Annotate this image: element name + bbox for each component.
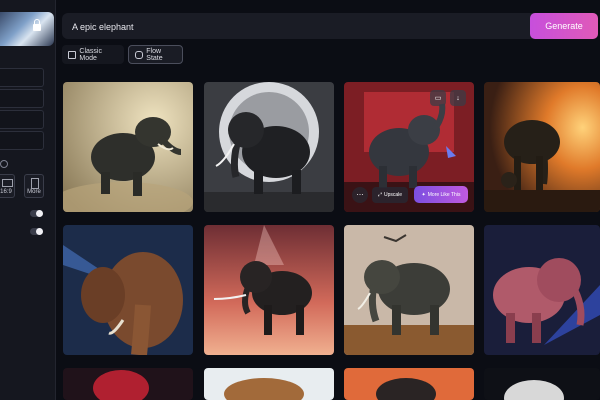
upscale-label: Upscale bbox=[383, 192, 403, 198]
image-card-1[interactable] bbox=[63, 82, 193, 212]
image-card-2[interactable] bbox=[204, 82, 334, 212]
classic-mode-icon bbox=[68, 50, 77, 59]
more-like-this-button[interactable]: ✦ More Like This bbox=[414, 186, 468, 203]
image-card-12[interactable] bbox=[484, 368, 600, 400]
image-icon[interactable]: ▭ bbox=[430, 90, 446, 106]
generate-button[interactable]: Generate bbox=[530, 13, 598, 39]
image-card-5[interactable] bbox=[63, 225, 193, 355]
tab-classic-label: Classic Mode bbox=[79, 47, 102, 62]
elephant-image-4 bbox=[484, 82, 600, 212]
elephant-image-6 bbox=[204, 225, 334, 355]
sidebar-field-2[interactable] bbox=[0, 89, 44, 108]
ratio-16-9-label: 16:9 bbox=[0, 189, 12, 195]
elephant-image-12 bbox=[484, 368, 600, 400]
toggle-2[interactable] bbox=[30, 228, 43, 235]
upscale-icon: ⤢ bbox=[377, 192, 382, 198]
sidebar-field-4[interactable] bbox=[0, 131, 44, 150]
elephant-image-2 bbox=[204, 82, 334, 212]
elephant-image-1 bbox=[63, 82, 193, 212]
image-card-6[interactable] bbox=[204, 225, 334, 355]
image-card-10[interactable] bbox=[204, 368, 334, 400]
prompt-bar: Generate bbox=[62, 13, 598, 41]
more-options-button[interactable]: ⋯ bbox=[352, 187, 368, 203]
prompt-input[interactable] bbox=[70, 13, 474, 41]
tab-classic-mode[interactable]: Classic Mode bbox=[62, 45, 124, 64]
ratio-more-button[interactable]: More bbox=[24, 174, 44, 198]
info-icon[interactable] bbox=[0, 160, 8, 168]
ratio-shape-icon bbox=[2, 179, 13, 187]
elephant-image-8 bbox=[484, 225, 600, 355]
tab-flow-state[interactable]: Flow State bbox=[128, 45, 183, 64]
flow-state-icon bbox=[135, 50, 144, 59]
tab-flow-label: Flow State bbox=[146, 47, 163, 62]
elephant-image-5 bbox=[63, 225, 193, 355]
image-card-8[interactable] bbox=[484, 225, 600, 355]
elephant-image-7 bbox=[344, 225, 474, 355]
ratio-more-label: More bbox=[27, 189, 41, 195]
download-icon[interactable]: ↓ bbox=[450, 90, 466, 106]
elephant-image-9 bbox=[63, 368, 193, 400]
sidebar-field-3[interactable] bbox=[0, 110, 44, 129]
ratio-16-9-button[interactable]: 16:9 bbox=[0, 174, 15, 198]
sidebar-field-1[interactable] bbox=[0, 68, 44, 87]
upscale-button[interactable]: ⤢ Upscale bbox=[372, 187, 408, 203]
image-card-4[interactable] bbox=[484, 82, 600, 212]
image-card-7[interactable] bbox=[344, 225, 474, 355]
sparkle-icon: ✦ bbox=[421, 191, 426, 198]
image-card-3[interactable]: ▭ ↓ ⋯ ⤢ Upscale ✦ More Like This bbox=[344, 82, 474, 212]
model-thumbnail[interactable] bbox=[0, 12, 54, 46]
elephant-image-10 bbox=[204, 368, 334, 400]
image-card-11[interactable] bbox=[344, 368, 474, 400]
lock-icon bbox=[33, 19, 41, 31]
more-like-this-label: More Like This bbox=[427, 191, 461, 198]
elephant-image-11 bbox=[344, 368, 474, 400]
settings-sidebar: 16:9 More bbox=[0, 0, 56, 400]
toggle-1[interactable] bbox=[30, 210, 43, 217]
image-card-9[interactable] bbox=[63, 368, 193, 400]
ratio-more-icon bbox=[31, 178, 39, 189]
